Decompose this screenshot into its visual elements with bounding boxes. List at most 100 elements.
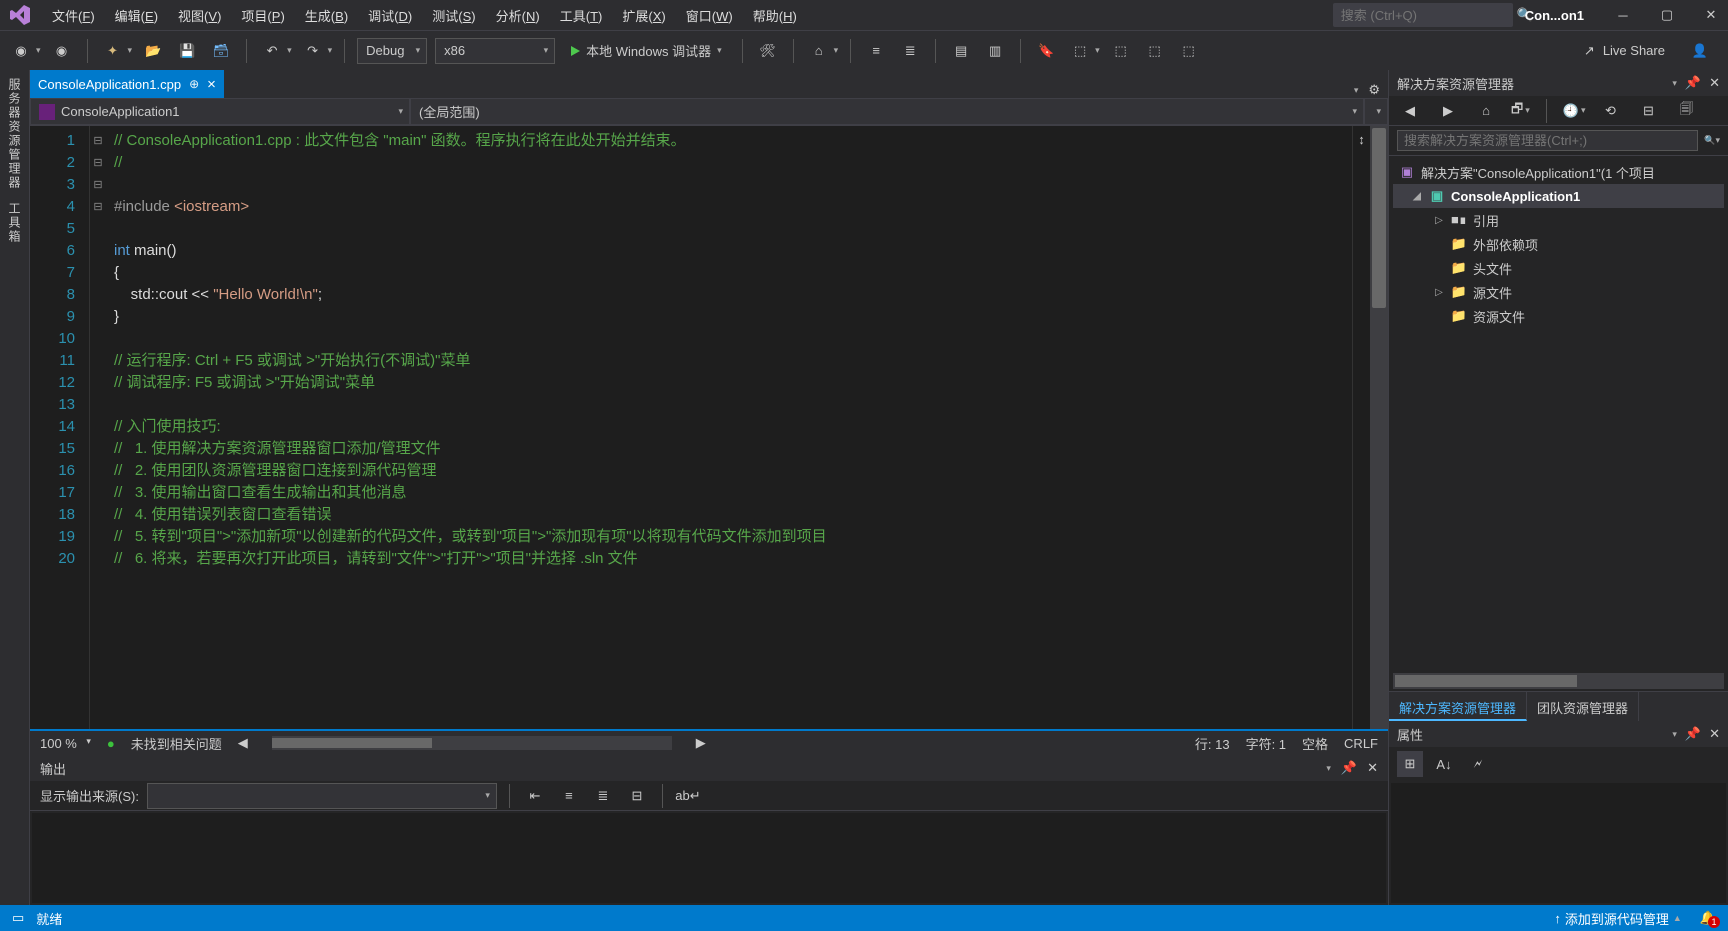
- expander-icon[interactable]: ▷: [1433, 287, 1445, 298]
- props-pin-icon[interactable]: 📌: [1685, 726, 1701, 742]
- se-hscroll-thumb[interactable]: [1395, 675, 1577, 687]
- output-pin-icon[interactable]: 📌: [1341, 760, 1357, 776]
- tab-close-icon[interactable]: ×: [207, 76, 216, 93]
- se-menu-icon[interactable]: ▾: [1672, 78, 1677, 89]
- se-home-icon[interactable]: ⌂: [1473, 98, 1499, 124]
- tree-node[interactable]: ▷ 📁 源文件: [1393, 280, 1724, 304]
- window-minimize-icon[interactable]: ─: [1614, 6, 1632, 24]
- toolbar-outdent-icon[interactable]: ≣: [897, 38, 923, 64]
- props-cat-icon[interactable]: ⊞: [1397, 751, 1423, 777]
- toolbar-icon-11[interactable]: ⬚: [1142, 38, 1168, 64]
- se-search-input[interactable]: [1397, 130, 1698, 151]
- output-source-combo[interactable]: [147, 783, 497, 809]
- props-events-icon[interactable]: 🗲: [1465, 751, 1491, 777]
- new-project-button[interactable]: ✦▾: [100, 38, 133, 64]
- save-all-button[interactable]: 🗃: [208, 38, 234, 64]
- tab-settings-gear-icon[interactable]: ⚙: [1368, 82, 1380, 98]
- expander-icon[interactable]: ◢: [1411, 191, 1423, 202]
- toolbar-icon-9[interactable]: ⬚▾: [1067, 38, 1100, 64]
- output-tb-icon-4[interactable]: ⊟: [624, 783, 650, 809]
- window-maximize-icon[interactable]: ▢: [1658, 6, 1676, 24]
- hscroll-thumb[interactable]: [272, 738, 432, 748]
- se-history-icon[interactable]: 🕘▾: [1563, 103, 1586, 119]
- undo-button[interactable]: ↶▾: [259, 38, 292, 64]
- props-close-icon[interactable]: ✕: [1709, 726, 1720, 742]
- nav-member-combo[interactable]: [1364, 98, 1388, 125]
- se-close-icon[interactable]: ✕: [1709, 75, 1720, 91]
- menu-window[interactable]: 窗口(W): [678, 2, 741, 29]
- menu-debug[interactable]: 调试(D): [360, 2, 420, 29]
- open-file-button[interactable]: 📂: [140, 38, 166, 64]
- se-hscrollbar[interactable]: [1393, 673, 1724, 689]
- redo-button[interactable]: ↷▾: [300, 38, 333, 64]
- solution-node[interactable]: ▣ 解决方案"ConsoleApplication1"(1 个项目: [1393, 160, 1724, 184]
- output-tb-icon-1[interactable]: ⇤: [522, 783, 548, 809]
- se-collapse-icon[interactable]: ⊟: [1635, 98, 1661, 124]
- nav-forward-button[interactable]: ◉: [49, 38, 75, 64]
- server-explorer-tab[interactable]: 服务器资源管理器: [6, 78, 23, 190]
- hscroll-left-icon[interactable]: ◀: [238, 735, 248, 751]
- se-back-icon[interactable]: ◀: [1397, 98, 1423, 124]
- solution-tree[interactable]: ▣ 解决方案"ConsoleApplication1"(1 个项目 ◢ ▣ Co…: [1389, 156, 1728, 671]
- se-search-options-icon[interactable]: 🔍▾: [1704, 135, 1720, 146]
- output-tb-icon-3[interactable]: ≣: [590, 783, 616, 809]
- bookmark-icon[interactable]: 🔖: [1033, 38, 1059, 64]
- nav-back-button[interactable]: ◉▾: [8, 38, 41, 64]
- toolbar-icon-1[interactable]: 🛠: [755, 38, 781, 64]
- toolbox-tab[interactable]: 工具箱: [6, 202, 23, 244]
- toolbar-indent-icon[interactable]: ≡: [863, 38, 889, 64]
- fold-column[interactable]: ⊟ ⊟ ⊟ ⊟: [90, 126, 106, 729]
- zoom-combo[interactable]: 100 %: [40, 736, 91, 751]
- tab-team-explorer[interactable]: 团队资源管理器: [1527, 692, 1639, 721]
- vscroll-thumb[interactable]: [1372, 128, 1386, 308]
- live-share-button[interactable]: ↗ Live Share 👤: [1572, 43, 1720, 59]
- toolbar-icon-10[interactable]: ⬚: [1108, 38, 1134, 64]
- tree-node[interactable]: 📁 资源文件: [1393, 304, 1724, 328]
- code-editor[interactable]: 1234567891011121314151617181920 ⊟ ⊟ ⊟ ⊟ …: [30, 126, 1388, 729]
- uncomment-icon[interactable]: ▥: [982, 38, 1008, 64]
- menu-test[interactable]: 测试(S): [424, 2, 483, 29]
- quick-launch[interactable]: 🔍: [1333, 3, 1513, 27]
- se-forward-icon[interactable]: ▶: [1435, 98, 1461, 124]
- output-menu-icon[interactable]: ▾: [1326, 763, 1331, 774]
- window-close-icon[interactable]: ✕: [1702, 6, 1720, 24]
- menu-tools[interactable]: 工具(T): [552, 2, 611, 29]
- project-node[interactable]: ◢ ▣ ConsoleApplication1: [1393, 184, 1724, 208]
- toolbar-icon-12[interactable]: ⬚: [1176, 38, 1202, 64]
- output-wrap-icon[interactable]: ab↵: [675, 783, 701, 809]
- tab-solution-explorer[interactable]: 解决方案资源管理器: [1389, 692, 1527, 721]
- notifications-button[interactable]: 🔔 1: [1700, 910, 1716, 926]
- se-showall-icon[interactable]: 🗐: [1673, 98, 1699, 124]
- editor-hscrollbar[interactable]: [272, 736, 672, 750]
- tree-node[interactable]: 📁 头文件: [1393, 256, 1724, 280]
- tree-node[interactable]: 📁 外部依赖项: [1393, 232, 1724, 256]
- code-area[interactable]: // ConsoleApplication1.cpp : 此文件包含 "main…: [106, 126, 1352, 729]
- output-body[interactable]: [32, 813, 1386, 903]
- start-debug-button[interactable]: 本地 Windows 调试器 ▾: [563, 38, 730, 64]
- output-close-icon[interactable]: ✕: [1367, 760, 1378, 776]
- menu-project[interactable]: 项目(P): [233, 2, 292, 29]
- toolbar-icon-2[interactable]: ⌂▾: [806, 38, 839, 64]
- split-icon[interactable]: ↕: [1358, 132, 1365, 147]
- editor-vscrollbar[interactable]: [1370, 126, 1388, 729]
- tab-overflow-icon[interactable]: ▾: [1354, 85, 1359, 96]
- props-menu-icon[interactable]: ▾: [1672, 729, 1677, 740]
- menu-view[interactable]: 视图(V): [170, 2, 229, 29]
- pin-icon[interactable]: ⊕: [189, 77, 199, 91]
- menu-build[interactable]: 生成(B): [297, 2, 356, 29]
- properties-body[interactable]: [1391, 783, 1726, 903]
- config-combo[interactable]: Debug: [357, 38, 427, 64]
- se-pin-icon[interactable]: 📌: [1685, 75, 1701, 91]
- menu-file[interactable]: 文件(F): [44, 2, 103, 29]
- source-control-button[interactable]: ↑ 添加到源代码管理 ▲: [1548, 909, 1687, 928]
- menu-analyze[interactable]: 分析(N): [488, 2, 548, 29]
- expander-icon[interactable]: ▷: [1433, 215, 1445, 226]
- menu-edit[interactable]: 编辑(E): [107, 2, 166, 29]
- menu-extensions[interactable]: 扩展(X): [614, 2, 673, 29]
- nav-project-combo[interactable]: ConsoleApplication1: [30, 98, 410, 125]
- quick-launch-input[interactable]: [1341, 8, 1517, 23]
- se-refresh-icon[interactable]: ⟲: [1597, 98, 1623, 124]
- hscroll-right-icon[interactable]: ▶: [696, 735, 706, 751]
- overview-ruler[interactable]: ↕: [1352, 126, 1370, 729]
- menu-help[interactable]: 帮助(H): [745, 2, 805, 29]
